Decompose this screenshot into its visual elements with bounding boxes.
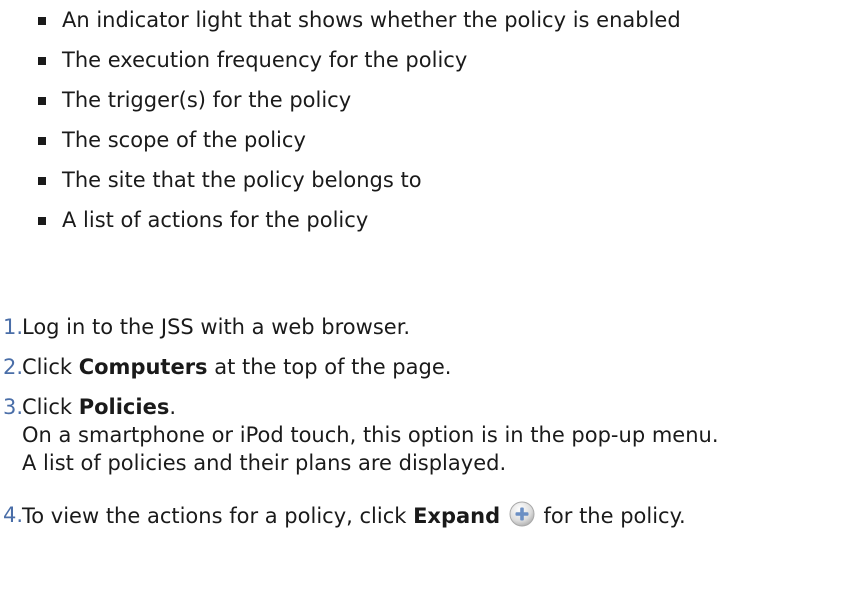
step-number: 1. xyxy=(3,315,24,339)
list-item: An indicator light that shows whether th… xyxy=(38,0,681,40)
ui-term-expand: Expand xyxy=(413,504,501,528)
bullet-square-icon xyxy=(38,97,46,105)
list-item: The trigger(s) for the policy xyxy=(38,80,681,120)
list-item: The scope of the policy xyxy=(38,120,681,160)
step-1: 1. Log in to the JSS with a web browser. xyxy=(3,313,719,341)
step-note: On a smartphone or iPod touch, this opti… xyxy=(22,423,719,447)
list-item: The site that the policy belongs to xyxy=(38,160,681,200)
step-number: 2. xyxy=(3,355,24,379)
step-3: 3. Click Policies. On a smartphone or iP… xyxy=(3,393,719,477)
step-text-pre: Click xyxy=(22,355,79,379)
step-text-pre: Click xyxy=(22,395,79,419)
bullet-square-icon xyxy=(38,57,46,65)
step-text-post: for the policy. xyxy=(536,504,686,528)
plus-circle-icon xyxy=(509,501,535,527)
step-text: Click Computers at the top of the page. xyxy=(22,355,451,379)
step-text-post: . xyxy=(169,395,177,419)
step-2: 2. Click Computers at the top of the pag… xyxy=(3,353,719,381)
list-item-text: The scope of the policy xyxy=(62,128,306,152)
step-text: To view the actions for a policy, click … xyxy=(22,501,686,528)
list-item: The execution frequency for the policy xyxy=(38,40,681,80)
step-4: 4. To view the actions for a policy, cli… xyxy=(3,501,719,530)
step-text-post: at the top of the page. xyxy=(207,355,452,379)
list-item-text: An indicator light that shows whether th… xyxy=(62,8,681,32)
list-item-text: The trigger(s) for the policy xyxy=(62,88,352,112)
procedure-steps: 1. Log in to the JSS with a web browser.… xyxy=(3,313,719,530)
list-item-text: A list of actions for the policy xyxy=(62,208,369,232)
step-number: 4. xyxy=(3,503,24,527)
list-item-text: The execution frequency for the policy xyxy=(62,48,468,72)
step-text: Log in to the JSS with a web browser. xyxy=(22,315,411,339)
bullet-square-icon xyxy=(38,177,46,185)
ui-term-computers: Computers xyxy=(78,355,208,379)
list-item: A list of actions for the policy xyxy=(38,200,681,240)
step-number: 3. xyxy=(3,395,24,419)
policy-info-list: An indicator light that shows whether th… xyxy=(38,0,681,240)
bullet-square-icon xyxy=(38,137,46,145)
list-item-text: The site that the policy belongs to xyxy=(62,168,422,192)
step-text-pre: To view the actions for a policy, click xyxy=(22,504,414,528)
bullet-square-icon xyxy=(38,17,46,25)
bullet-square-icon xyxy=(38,217,46,225)
step-text: Click Policies. xyxy=(22,395,176,419)
ui-term-policies: Policies xyxy=(78,395,170,419)
step-result: A list of policies and their plans are d… xyxy=(22,451,507,475)
